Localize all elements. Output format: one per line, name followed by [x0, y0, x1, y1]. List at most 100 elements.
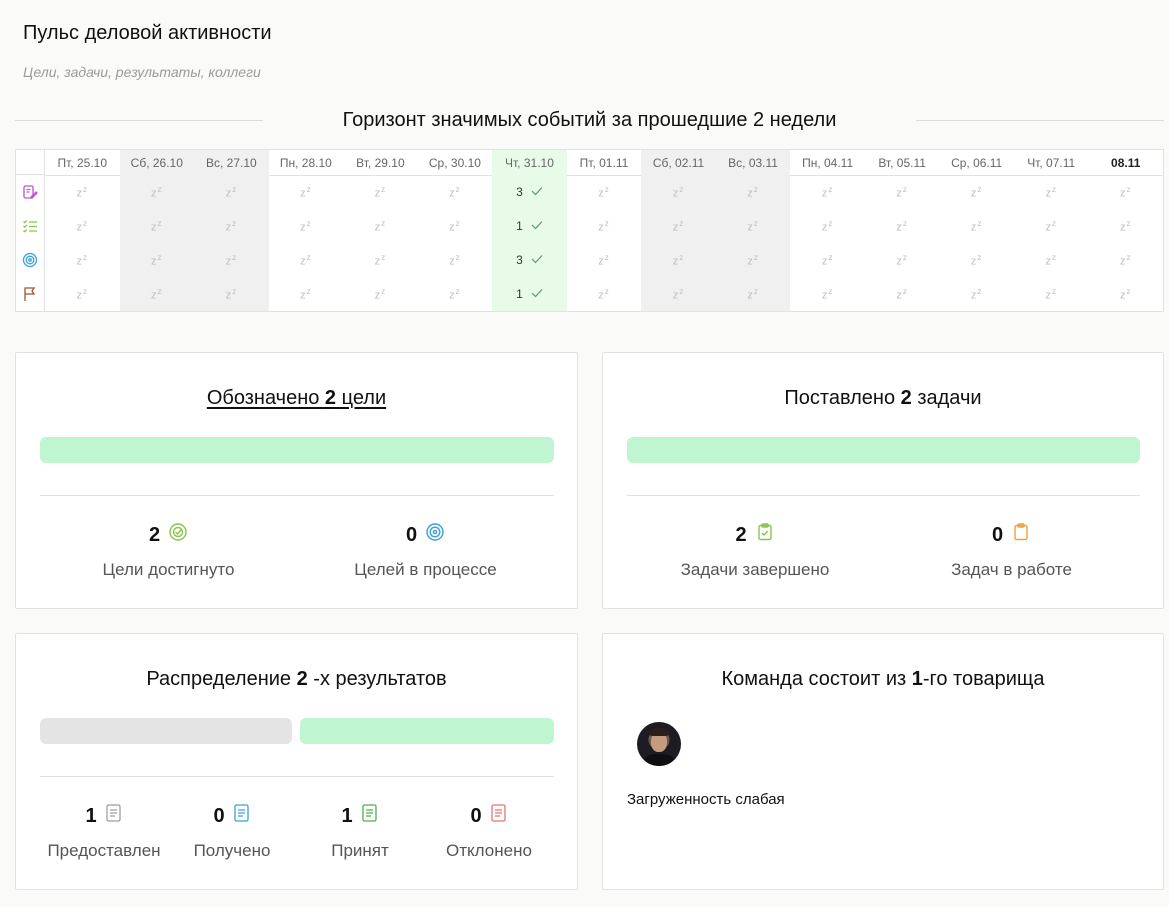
idle-cell[interactable]: zz: [194, 243, 269, 277]
idle-cell[interactable]: zz: [567, 277, 642, 311]
idle-cell[interactable]: zz: [343, 277, 418, 311]
idle-cell[interactable]: zz: [641, 277, 716, 311]
idle-cell[interactable]: zz: [1014, 209, 1089, 243]
idle-cell[interactable]: zz: [418, 243, 493, 277]
idle-cell[interactable]: zz: [716, 277, 791, 311]
idle-cell[interactable]: zz: [1014, 175, 1089, 209]
event-count-cell[interactable]: 3: [492, 175, 567, 209]
idle-cell[interactable]: zz: [45, 243, 120, 277]
idle-cell[interactable]: zz: [1088, 243, 1163, 277]
idle-cell[interactable]: zz: [418, 175, 493, 209]
results-title-prefix: Распределение: [146, 668, 297, 690]
sleep-glyph: z: [232, 286, 238, 296]
sleep-icon: zz: [896, 219, 908, 234]
sleep-glyph: z: [679, 218, 685, 228]
sleep-glyph: z: [157, 286, 163, 296]
flag-icon[interactable]: [16, 277, 44, 311]
sleep-glyph: z: [828, 252, 834, 262]
idle-cell[interactable]: zz: [865, 209, 940, 243]
idle-cell[interactable]: zz: [716, 209, 791, 243]
idle-cell[interactable]: zz: [567, 209, 642, 243]
idle-cell[interactable]: zz: [343, 175, 418, 209]
idle-cell[interactable]: zz: [194, 209, 269, 243]
sleep-glyph: z: [753, 252, 759, 262]
results-bar-accepted: [300, 718, 554, 744]
sleep-glyph: z: [604, 218, 610, 228]
day-column: Вт, 05.11 zz zz zz zz: [865, 150, 940, 311]
sleep-icon: zz: [598, 287, 610, 302]
idle-cell[interactable]: zz: [939, 243, 1014, 277]
idle-cell[interactable]: zz: [269, 175, 344, 209]
sleep-icon: zz: [1120, 253, 1132, 268]
idle-cell[interactable]: zz: [194, 175, 269, 209]
target-icon[interactable]: [16, 243, 44, 277]
idle-cell[interactable]: zz: [567, 243, 642, 277]
results-accepted-label: Принят: [331, 841, 389, 860]
idle-cell[interactable]: zz: [418, 277, 493, 311]
divider: [916, 119, 1164, 121]
idle-cell[interactable]: zz: [1088, 175, 1163, 209]
day-label: Пн, 04.11: [802, 155, 854, 170]
idle-cell[interactable]: zz: [45, 175, 120, 209]
sleep-glyph: z: [977, 218, 983, 228]
idle-cell[interactable]: zz: [120, 277, 195, 311]
idle-cell[interactable]: zz: [269, 209, 344, 243]
idle-cell[interactable]: zz: [120, 209, 195, 243]
idle-cell[interactable]: zz: [194, 277, 269, 311]
idle-cell[interactable]: zz: [641, 175, 716, 209]
idle-cell[interactable]: zz: [1088, 209, 1163, 243]
idle-cell[interactable]: zz: [45, 277, 120, 311]
idle-cell[interactable]: zz: [1088, 277, 1163, 311]
idle-cell[interactable]: zz: [269, 277, 344, 311]
checklist-icon[interactable]: [16, 209, 44, 243]
idle-cell[interactable]: zz: [343, 243, 418, 277]
idle-cell[interactable]: zz: [120, 175, 195, 209]
idle-cell[interactable]: zz: [790, 243, 865, 277]
sleep-glyph: z: [1126, 184, 1132, 194]
sleep-icon: zz: [747, 219, 759, 234]
idle-cell[interactable]: zz: [939, 175, 1014, 209]
goals-title[interactable]: Обозначено 2 цели: [16, 387, 577, 410]
idle-cell[interactable]: zz: [716, 175, 791, 209]
idle-cell[interactable]: zz: [45, 209, 120, 243]
sleep-icon: zz: [1045, 185, 1057, 200]
sleep-glyph: z: [232, 218, 238, 228]
idle-cell[interactable]: zz: [567, 175, 642, 209]
idle-cell[interactable]: zz: [939, 277, 1014, 311]
idle-cell[interactable]: zz: [865, 175, 940, 209]
edit-note-icon[interactable]: [16, 175, 44, 209]
idle-cell[interactable]: zz: [865, 243, 940, 277]
tasks-progress-bar: [627, 437, 1140, 463]
idle-cell[interactable]: zz: [790, 175, 865, 209]
sleep-glyph: z: [455, 286, 461, 296]
sleep-glyph: z: [679, 252, 685, 262]
idle-cell[interactable]: zz: [641, 243, 716, 277]
idle-cell[interactable]: zz: [790, 209, 865, 243]
idle-cell[interactable]: zz: [343, 209, 418, 243]
avatar[interactable]: [637, 722, 681, 766]
idle-cell[interactable]: zz: [865, 277, 940, 311]
sleep-glyph: z: [381, 184, 387, 194]
event-count: 1: [516, 287, 543, 301]
day-column: Чт, 31.10 3 1 3 1: [492, 150, 567, 311]
sleep-icon: zz: [226, 219, 238, 234]
idle-cell[interactable]: zz: [716, 243, 791, 277]
document-icon: [361, 803, 379, 829]
sleep-icon: zz: [822, 219, 834, 234]
idle-cell[interactable]: zz: [120, 243, 195, 277]
event-count-cell[interactable]: 1: [492, 209, 567, 243]
event-count-cell[interactable]: 1: [492, 277, 567, 311]
idle-cell[interactable]: zz: [1014, 277, 1089, 311]
idle-cell[interactable]: zz: [418, 209, 493, 243]
goals-achieved-value: 2: [148, 523, 161, 546]
sleep-icon: zz: [822, 287, 834, 302]
idle-cell[interactable]: zz: [269, 243, 344, 277]
idle-cell[interactable]: zz: [1014, 243, 1089, 277]
idle-cell[interactable]: zz: [939, 209, 1014, 243]
event-count-cell[interactable]: 3: [492, 243, 567, 277]
idle-cell[interactable]: zz: [790, 277, 865, 311]
sleep-icon: zz: [1120, 287, 1132, 302]
tasks-in-work-label: Задач в работе: [951, 560, 1072, 579]
sleep-icon: zz: [151, 287, 163, 302]
idle-cell[interactable]: zz: [641, 209, 716, 243]
